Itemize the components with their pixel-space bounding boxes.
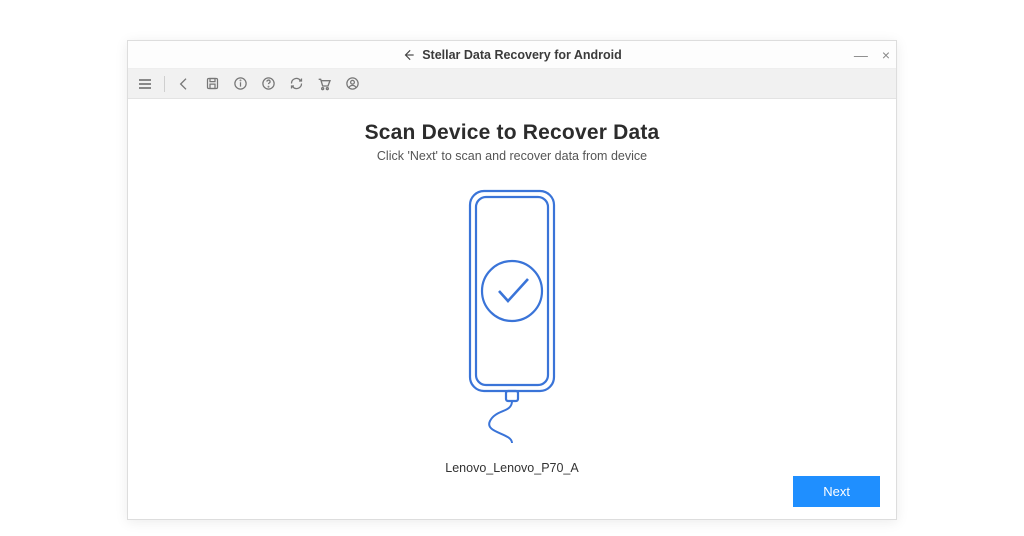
phone-illustration [442,185,582,445]
app-logo-icon [402,48,416,62]
toolbar [128,69,896,99]
device-name-label: Lenovo_Lenovo_P70_A [445,461,578,475]
info-icon[interactable] [231,75,249,93]
window-title: Stellar Data Recovery for Android [422,48,622,62]
app-window: Stellar Data Recovery for Android — × [127,40,897,520]
save-icon[interactable] [203,75,221,93]
cart-icon[interactable] [315,75,333,93]
back-icon[interactable] [175,75,193,93]
page-subheading: Click 'Next' to scan and recover data fr… [377,149,647,163]
footer: Next [793,476,880,507]
title-wrap: Stellar Data Recovery for Android [402,48,622,62]
menu-icon[interactable] [136,75,154,93]
refresh-icon[interactable] [287,75,305,93]
window-controls: — × [854,41,890,68]
close-button[interactable]: × [882,48,890,62]
main-content: Scan Device to Recover Data Click 'Next'… [128,99,896,519]
titlebar: Stellar Data Recovery for Android — × [128,41,896,69]
page-heading: Scan Device to Recover Data [365,121,660,145]
toolbar-separator [164,76,165,92]
minimize-button[interactable]: — [854,48,868,62]
next-button[interactable]: Next [793,476,880,507]
help-icon[interactable] [259,75,277,93]
user-icon[interactable] [343,75,361,93]
